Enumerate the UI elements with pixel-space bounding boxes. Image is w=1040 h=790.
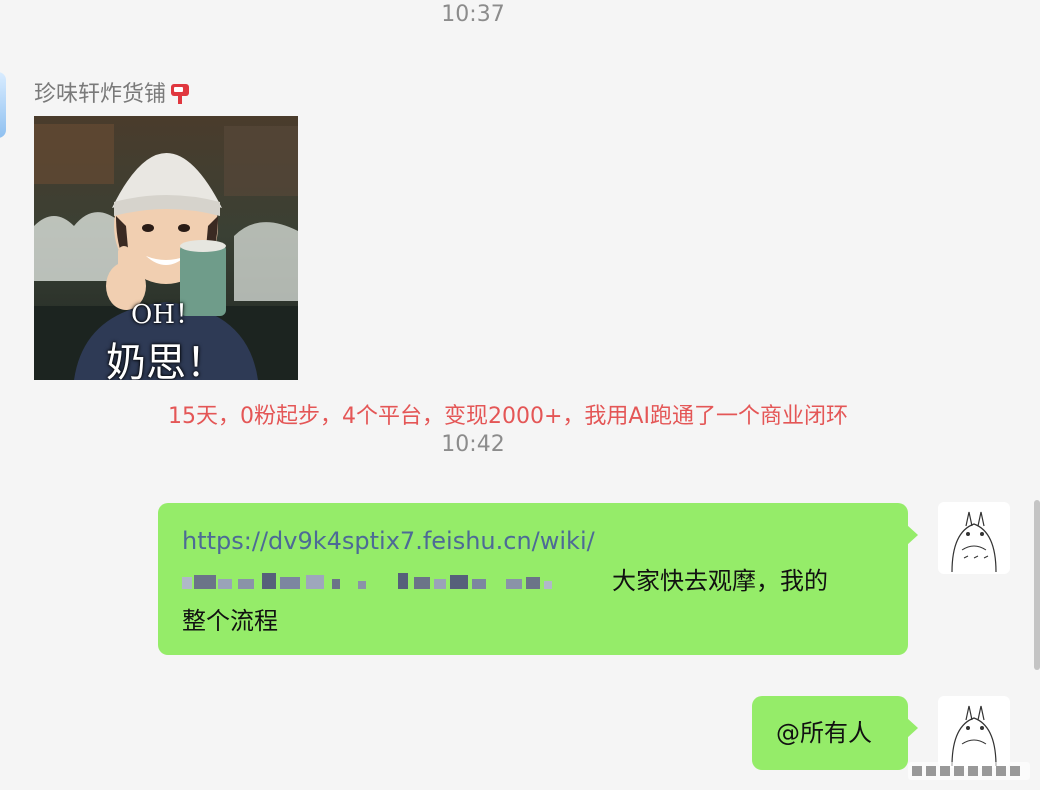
message-line: 大家快去观摩，我的	[182, 561, 884, 601]
message-link[interactable]: https://dv9k4sptix7.feishu.cn/wiki/	[182, 521, 884, 561]
message-text: @所有人	[776, 719, 872, 747]
mailbox-icon	[170, 82, 190, 104]
sticker-caption-large: 奶思！	[106, 340, 226, 380]
sender-name: 珍味轩炸货铺	[34, 76, 190, 108]
sender-name-text: 珍味轩炸货铺	[34, 82, 167, 107]
system-message: 15天，0粉起步，4个平台，变现2000+，我用AI跑通了一个商业闭环	[168, 404, 848, 429]
scrollbar-thumb[interactable]	[1034, 500, 1040, 670]
weibo-watermark	[908, 762, 1030, 780]
sender-avatar[interactable]	[0, 72, 6, 138]
bubble-tail	[907, 718, 918, 738]
timestamp: 10:37	[441, 2, 505, 27]
totoro-icon	[951, 511, 997, 573]
totoro-icon	[951, 705, 997, 767]
message-bubble[interactable]: https://dv9k4sptix7.feishu.cn/wiki/ 大家快去…	[158, 503, 918, 655]
sticker-image[interactable]: OH！ 奶思！	[34, 116, 298, 380]
message-text: 大家快去观摩，我的	[612, 567, 828, 595]
totoro-avatar[interactable]	[938, 502, 1010, 574]
sticker-caption-small: OH！	[131, 300, 201, 330]
message-text: 整个流程	[182, 607, 278, 635]
message-bubble[interactable]: @所有人	[752, 696, 918, 770]
bubble-tail	[907, 525, 918, 545]
totoro-avatar[interactable]	[938, 696, 1010, 768]
blurred-link-segment	[182, 565, 612, 589]
timestamp: 10:42	[441, 432, 505, 457]
